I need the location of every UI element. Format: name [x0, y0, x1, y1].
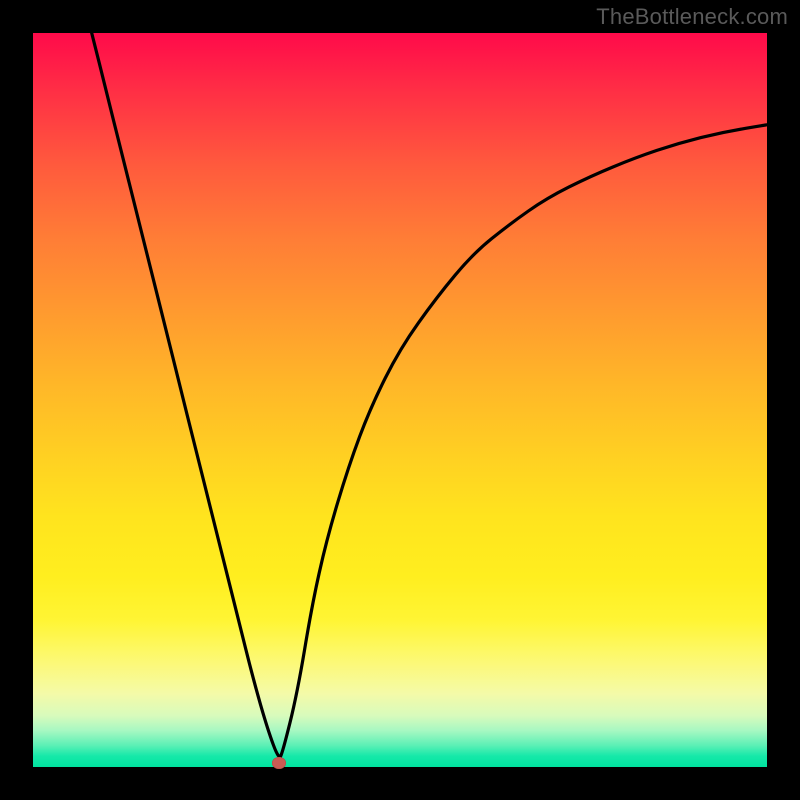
plot-area: [33, 33, 767, 767]
curve-svg: [33, 33, 767, 767]
watermark-text: TheBottleneck.com: [596, 4, 788, 30]
bottleneck-curve: [92, 33, 767, 757]
chart-frame: TheBottleneck.com: [0, 0, 800, 800]
optimal-point-marker: [272, 757, 286, 769]
